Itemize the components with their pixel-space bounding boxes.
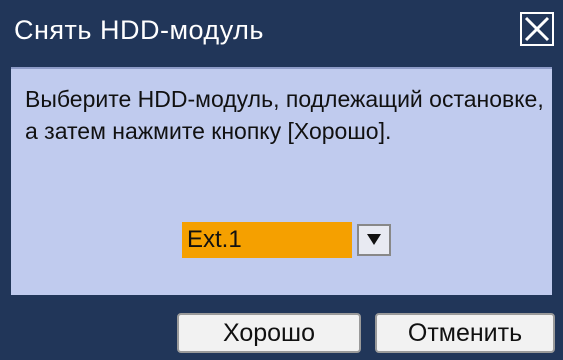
hdd-module-select-value[interactable]: Ext.1 bbox=[182, 222, 352, 258]
dialog-content: Выберите HDD-модуль, подлежащий остановк… bbox=[11, 67, 552, 295]
dialog-title: Снять HDD-модуль bbox=[14, 15, 264, 45]
remove-hdd-dialog: Снять HDD-модуль Выберите HDD-модуль, по… bbox=[0, 0, 563, 360]
instruction-line-1: Выберите HDD-модуль, подлежащий остановк… bbox=[25, 86, 544, 112]
ok-button[interactable]: Хорошо bbox=[177, 313, 361, 353]
dialog-titlebar: Снять HDD-модуль bbox=[0, 0, 563, 60]
instruction-message: Выберите HDD-модуль, подлежащий остановк… bbox=[25, 83, 545, 147]
instruction-line-2: а затем нажмите кнопку [Хорошо]. bbox=[25, 118, 392, 144]
hdd-module-select[interactable]: Ext.1 bbox=[182, 222, 396, 258]
close-icon bbox=[524, 16, 550, 42]
dropdown-arrow-button[interactable] bbox=[357, 224, 391, 256]
triangle-down-icon bbox=[367, 234, 381, 245]
close-button[interactable] bbox=[520, 12, 554, 46]
cancel-button[interactable]: Отменить bbox=[375, 313, 555, 353]
